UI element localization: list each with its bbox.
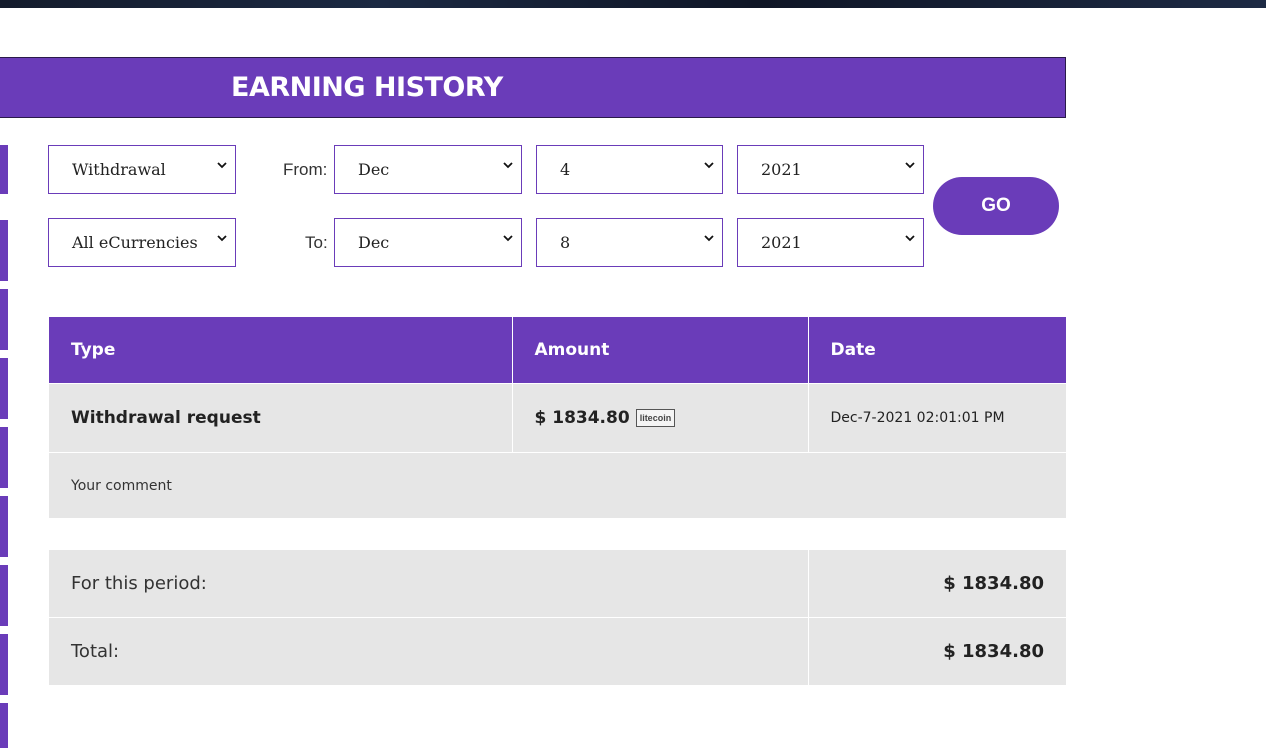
side-nav-tab[interactable] (0, 634, 8, 695)
row-amount: $ 1834.80 (534, 408, 630, 428)
side-nav-tab[interactable] (0, 703, 8, 748)
total-label: Total: (49, 617, 809, 685)
top-banner-strip (0, 0, 1266, 8)
from-year-value: 2021 (761, 160, 802, 179)
history-table: Type Amount Date Withdrawal request $ 18… (49, 317, 1066, 518)
from-day-select[interactable]: 4 (536, 145, 723, 194)
summary-table: For this period: $ 1834.80 Total: $ 1834… (49, 550, 1066, 685)
litecoin-icon: litecoin (635, 409, 676, 427)
comment-row: Your comment (49, 452, 1066, 518)
period-label: For this period: (49, 550, 809, 618)
column-header-amount: Amount (512, 317, 809, 384)
side-nav-tab[interactable] (0, 565, 8, 626)
chevron-down-icon (217, 235, 227, 242)
currency-select[interactable]: All eCurrencies (48, 218, 236, 267)
currency-select-value: All eCurrencies (72, 233, 198, 252)
from-month-value: Dec (358, 160, 390, 179)
side-nav-tab[interactable] (0, 358, 8, 419)
side-nav-tab[interactable] (0, 427, 8, 488)
row-date: Dec-7-2021 02:01:01 PM (808, 383, 1066, 453)
chevron-down-icon (905, 235, 915, 242)
summary-row-total: Total: $ 1834.80 (49, 617, 1066, 685)
chevron-down-icon (217, 162, 227, 169)
page-title: EARNING HISTORY (231, 72, 503, 103)
to-year-value: 2021 (761, 233, 802, 252)
side-nav-tab[interactable] (0, 145, 8, 194)
to-day-select[interactable]: 8 (536, 218, 723, 267)
side-nav-tab[interactable] (0, 496, 8, 557)
to-day-value: 8 (560, 233, 571, 252)
chevron-down-icon (503, 162, 513, 169)
summary-row-period: For this period: $ 1834.80 (49, 550, 1066, 618)
from-month-select[interactable]: Dec (334, 145, 522, 194)
type-select[interactable]: Withdrawal (48, 145, 236, 194)
table-row: Withdrawal request $ 1834.80 litecoin Dec… (49, 383, 1066, 453)
row-amount-cell: $ 1834.80 litecoin (512, 383, 809, 453)
row-comment: Your comment (49, 452, 1066, 518)
side-nav-tab[interactable] (0, 289, 8, 350)
from-label: From: (283, 160, 328, 179)
column-header-date: Date (808, 317, 1066, 384)
page-header: EARNING HISTORY (0, 57, 1066, 118)
table-header-row: Type Amount Date (49, 317, 1066, 384)
row-type: Withdrawal request (49, 383, 513, 453)
side-nav-tab[interactable] (0, 220, 8, 281)
from-year-select[interactable]: 2021 (737, 145, 924, 194)
chevron-down-icon (704, 235, 714, 242)
to-label: To: (305, 233, 328, 252)
chevron-down-icon (503, 235, 513, 242)
from-day-value: 4 (560, 160, 571, 179)
type-select-value: Withdrawal (72, 160, 166, 179)
column-header-type: Type (49, 317, 513, 384)
go-button[interactable]: GO (933, 177, 1059, 235)
chevron-down-icon (905, 162, 915, 169)
to-year-select[interactable]: 2021 (737, 218, 924, 267)
total-amount: $ 1834.80 (808, 617, 1066, 685)
chevron-down-icon (704, 162, 714, 169)
to-month-value: Dec (358, 233, 390, 252)
to-month-select[interactable]: Dec (334, 218, 522, 267)
period-amount: $ 1834.80 (808, 550, 1066, 618)
